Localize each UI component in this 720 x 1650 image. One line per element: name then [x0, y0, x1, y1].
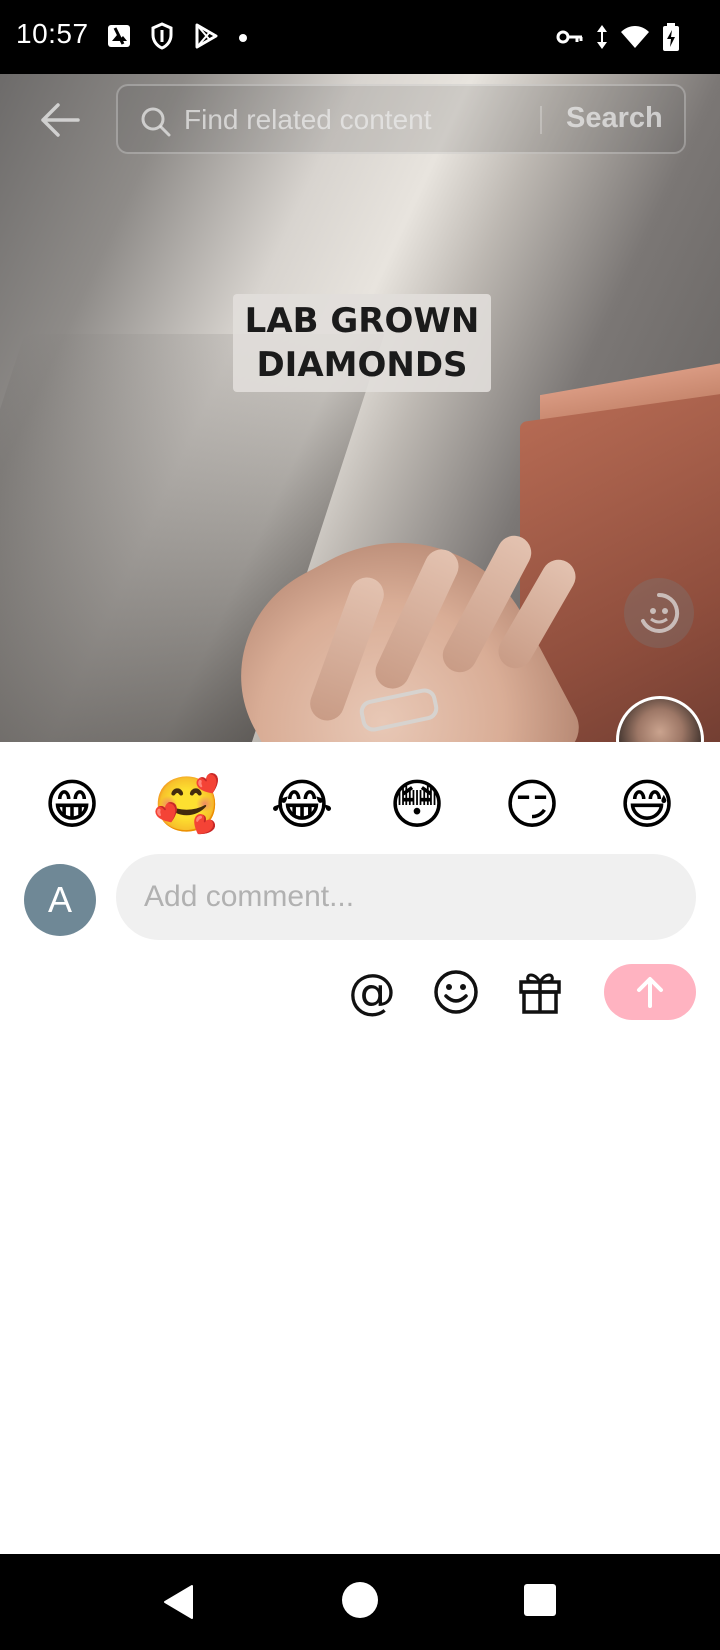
caption-line: LAB GROWN — [244, 301, 480, 341]
status-bar: 10:57 — [0, 0, 720, 74]
status-time: 10:57 — [16, 18, 89, 49]
nav-back-button[interactable] — [162, 1584, 194, 1625]
shield-icon — [150, 22, 174, 55]
notification-dot-icon — [238, 30, 248, 48]
arrow-left-icon — [41, 103, 80, 137]
quick-emoji-row: 😁 🥰 😂 😳 😏 😅 — [0, 770, 720, 840]
comment-input[interactable]: Add comment... — [116, 854, 696, 940]
quick-emoji-flushed[interactable]: 😳 — [382, 770, 452, 840]
emoji-button[interactable] — [432, 968, 480, 1016]
nav-recents-button[interactable] — [524, 1584, 556, 1616]
quick-emoji-sweat-smile[interactable]: 😅 — [612, 770, 682, 840]
data-arrows-icon — [596, 23, 608, 56]
quick-emoji-joy[interactable]: 😂 — [267, 770, 337, 840]
play-store-icon — [192, 22, 220, 55]
quick-emoji-hearts[interactable]: 🥰 — [152, 770, 222, 840]
system-nav-bar — [0, 1554, 720, 1650]
comment-sheet: 😁 🥰 😂 😳 😏 😅 A Add comment... @ — [0, 742, 720, 1554]
search-divider — [540, 106, 542, 134]
caption-line: DIAMONDS — [256, 345, 468, 385]
gift-button[interactable] — [516, 968, 564, 1016]
quick-emoji-grin[interactable]: 😁 — [37, 770, 107, 840]
back-triangle-icon — [164, 1585, 193, 1619]
face-effect-button[interactable] — [624, 578, 694, 648]
search-icon — [140, 106, 172, 143]
wifi-icon — [620, 24, 650, 55]
send-button[interactable] — [604, 964, 696, 1020]
search-input[interactable]: Find related content — [184, 104, 432, 136]
comment-tools: @ — [0, 964, 720, 1026]
video-caption: LAB GROWN DIAMONDS — [233, 294, 491, 392]
photo-sync-icon — [106, 23, 132, 54]
quick-emoji-smirk[interactable]: 😏 — [497, 770, 567, 840]
smiley-icon — [434, 970, 478, 1014]
mention-button[interactable]: @ — [348, 966, 396, 1018]
back-button[interactable] — [36, 96, 84, 144]
search-button[interactable]: Search — [566, 102, 663, 135]
face-icon — [641, 592, 680, 633]
video-player[interactable] — [0, 74, 720, 742]
status-left-icons — [106, 22, 248, 55]
vpn-key-icon — [556, 28, 584, 51]
user-avatar: A — [24, 864, 96, 936]
nav-home-button[interactable] — [342, 1582, 378, 1618]
status-right-icons — [556, 22, 680, 57]
gift-icon — [519, 973, 561, 1014]
battery-charging-icon — [662, 22, 680, 57]
arrow-up-icon — [637, 977, 663, 1008]
search-bar[interactable]: Find related content Search — [116, 84, 686, 154]
